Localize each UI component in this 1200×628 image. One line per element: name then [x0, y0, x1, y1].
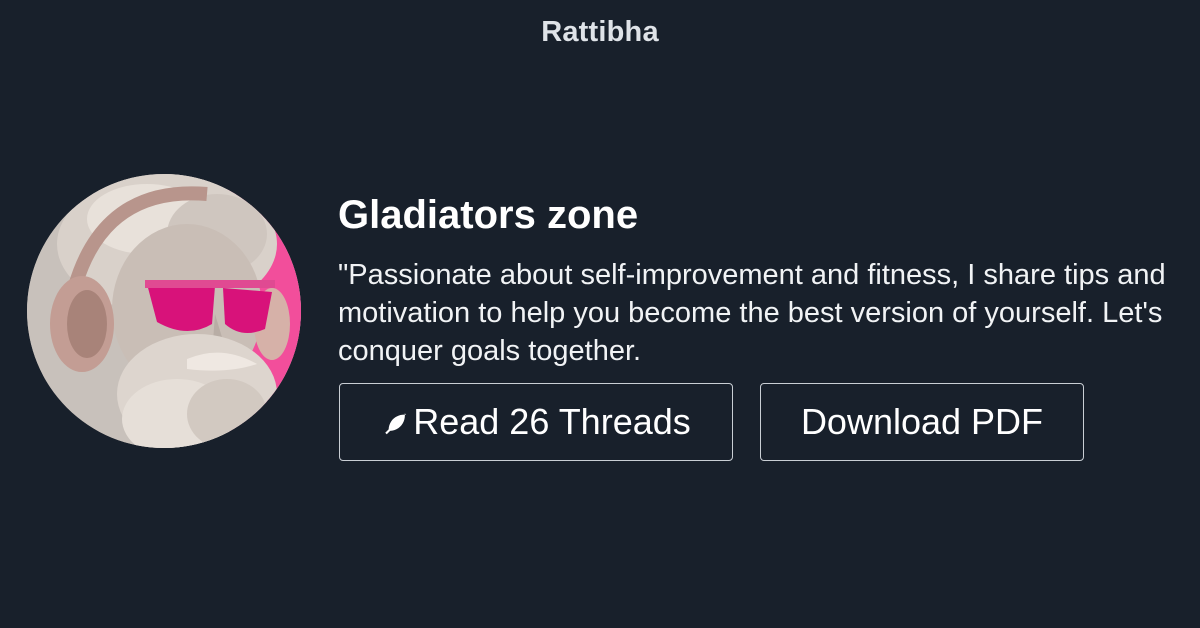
download-pdf-button[interactable]: Download PDF: [760, 383, 1084, 461]
read-threads-label: Read 26 Threads: [413, 401, 691, 442]
read-threads-button[interactable]: Read 26 Threads: [339, 383, 733, 461]
profile-avatar: [27, 174, 301, 448]
profile-bio: "Passionate about self-improvement and f…: [338, 259, 1166, 367]
download-pdf-label: Download PDF: [800, 401, 1044, 442]
avatar-statue-headphones-image: [27, 174, 301, 448]
profile-name: Gladiators zone: [338, 193, 639, 237]
site-brand: Rattibha: [541, 16, 659, 48]
feather-icon: [385, 413, 407, 435]
